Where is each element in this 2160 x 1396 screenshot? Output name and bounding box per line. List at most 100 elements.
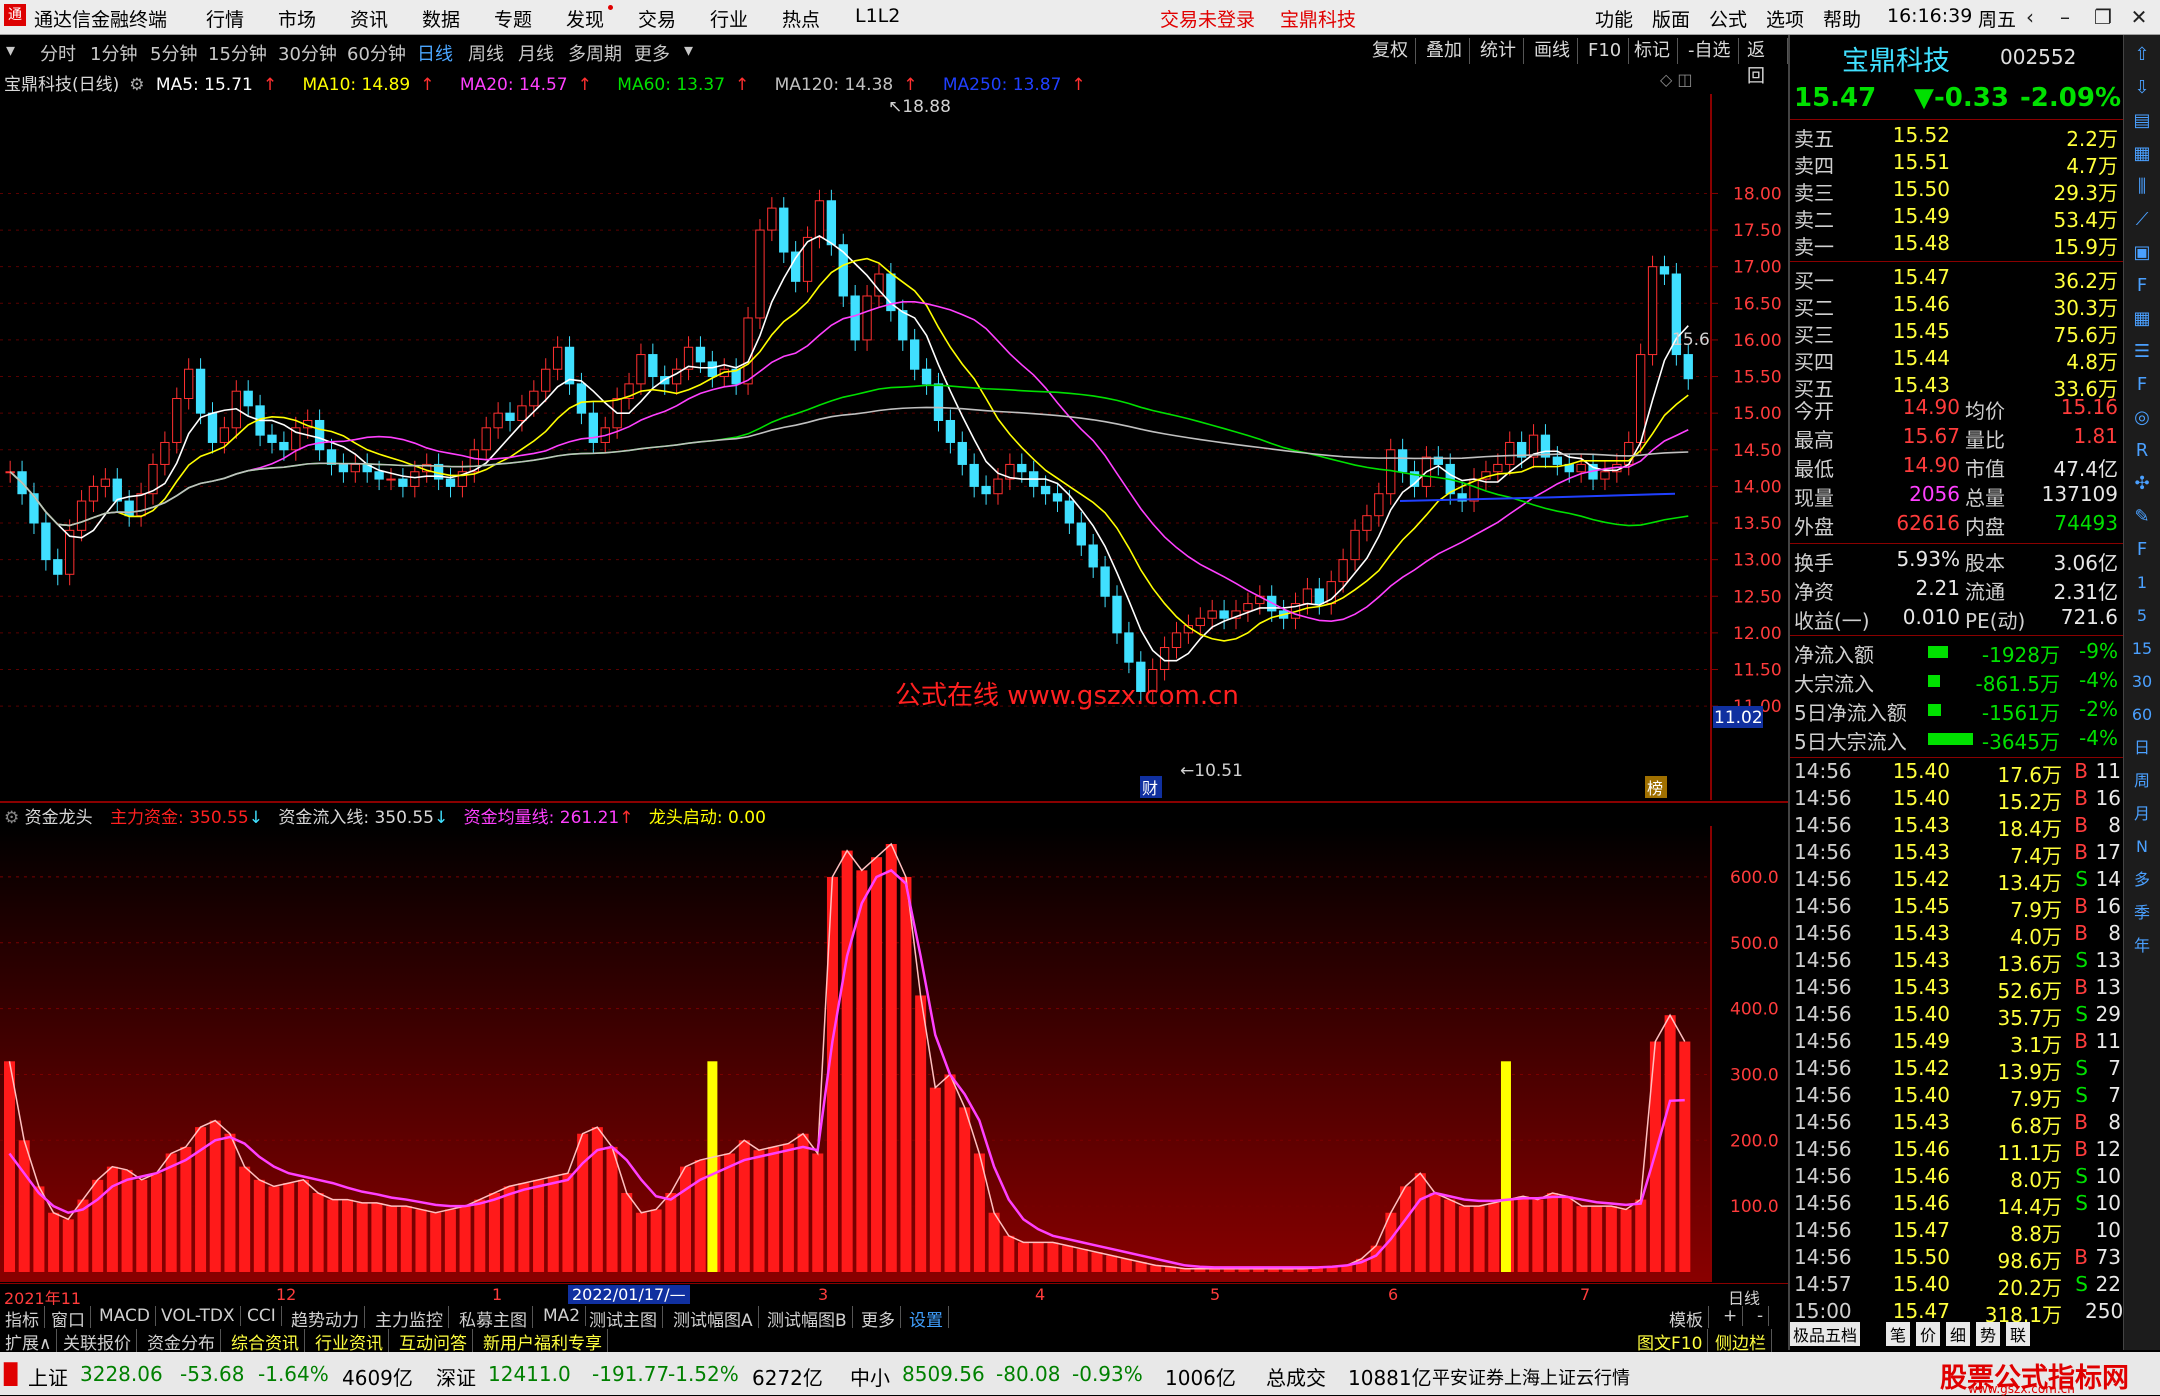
list-icon[interactable]: ☰ [2128,338,2156,366]
close-icon[interactable]: ✕ [2124,3,2154,31]
menu-item-gongshi[interactable]: 公式 [1709,5,1747,32]
tab-lian[interactable]: 联 [2006,1322,2031,1346]
bid-row[interactable]: 买一 15.47 36.2万 [1790,265,2125,293]
tab-jipin[interactable]: 极品五档 [1790,1322,1861,1346]
period-shortcut[interactable]: 多 [2128,866,2156,894]
tab-related-quote[interactable]: 关联报价 [58,1329,137,1354]
sh-name[interactable]: 上证 [28,1362,68,1391]
tool-f10[interactable]: F10 [1581,38,1630,64]
period-shortcut[interactable]: N [2128,833,2156,861]
tab-jia[interactable]: 价 [1916,1322,1941,1346]
menu-item-gongneng[interactable]: 功能 [1595,5,1633,32]
menu-item-shichang[interactable]: 市场 [278,5,316,32]
settings-icon[interactable]: ⚙ [129,75,144,95]
tab-monthly[interactable]: 月线 [518,40,554,66]
menu-item-redian[interactable]: 热点 [782,5,820,32]
period-shortcut[interactable]: 季 [2128,899,2156,927]
remove-button[interactable]: - [1752,1306,1770,1326]
bid-row[interactable]: 买四 15.44 4.8万 [1790,346,2125,374]
trade-login-notice[interactable]: 交易未登录 [1160,5,1255,32]
menu-item-zhuanti[interactable]: 专题 [494,5,532,32]
menu-item-banmian[interactable]: 版面 [1652,5,1690,32]
period-shortcut[interactable]: 月 [2128,800,2156,828]
cross-icon[interactable]: ✣ [2128,470,2156,498]
tab-1min[interactable]: 1分钟 [90,40,137,66]
minimize-icon[interactable]: – [2050,3,2080,31]
tool-zixuan[interactable]: -自选 [1681,38,1739,64]
restore-icon[interactable]: ❐ [2088,3,2118,31]
tab-fenshi[interactable]: 分时 [40,40,76,66]
tab-shi[interactable]: 势 [1976,1322,2001,1346]
tab-cci[interactable]: CCI [242,1306,282,1326]
zx-name[interactable]: 中小 [850,1362,890,1391]
tab-vol-tdx[interactable]: VOL-TDX [156,1306,241,1326]
tab-30min[interactable]: 30分钟 [278,40,337,66]
tab-15min[interactable]: 15分钟 [208,40,267,66]
sz-name[interactable]: 深证 [436,1362,476,1391]
f10-icon[interactable]: F [2128,272,2156,300]
menu-item-jiaoyi[interactable]: 交易 [638,5,676,32]
period-shortcut[interactable]: 15 [2128,635,2156,663]
tab-fund-dist[interactable]: 资金分布 [142,1329,221,1354]
indicator-settings-icon[interactable]: ⚙ [4,808,19,828]
period-shortcut[interactable]: 年 [2128,932,2156,960]
ask-row[interactable]: 卖二 15.49 53.4万 [1790,204,2125,232]
bid-row[interactable]: 买三 15.45 75.6万 [1790,319,2125,347]
tab-xi[interactable]: 细 [1946,1322,1971,1346]
tab-industry-news[interactable]: 行业资讯 [310,1329,389,1354]
down-arrow-icon[interactable]: ⇩ [2128,74,2156,102]
fs2-icon[interactable]: F [2128,536,2156,564]
chart-type-icon[interactable]: ▾ [6,40,15,61]
kline-chart[interactable]: 18.00 17.50 17.00 16.50 16.00 15.50 15.00 14.50… [0,94,1788,800]
period-shortcut[interactable]: 周 [2128,767,2156,795]
period-shortcut[interactable]: 1 [2128,569,2156,597]
ask-row[interactable]: 卖五 15.52 2.2万 [1790,123,2125,151]
tab-daily[interactable]: 日线 [417,40,453,66]
stock-notice[interactable]: 宝鼎科技 [1280,5,1356,32]
indicator-chart[interactable]: 600.0 500.0 400.0 300.0 200.0 100.0 [0,826,1788,1282]
tab-5min[interactable]: 5分钟 [150,40,197,66]
trend-icon[interactable]: ⟋ [2128,206,2156,234]
tab-qa[interactable]: 互动问答 [394,1329,473,1354]
rsi-icon[interactable]: R [2128,437,2156,465]
circle-icon[interactable]: ◎ [2128,404,2156,432]
table-icon[interactable]: ▦ [2128,140,2156,168]
ask-row[interactable]: 卖一 15.48 15.9万 [1790,231,2125,259]
period-shortcut[interactable]: 日 [2128,734,2156,762]
menu-item-hangye[interactable]: 行业 [710,5,748,32]
period-shortcut[interactable]: 60 [2128,701,2156,729]
pencil-icon[interactable]: ✎ [2128,503,2156,531]
tab-sidebar[interactable]: 侧边栏 [1710,1329,1772,1354]
tool-fanhui[interactable]: 返回 [1740,38,1788,87]
tab-multi-period[interactable]: 多周期 [568,40,622,66]
tab-new-user[interactable]: 新用户福利专享 [478,1329,608,1354]
tool-huaxian[interactable]: 画线 [1527,38,1578,64]
collapse-icon[interactable]: ◇ ◫ [1660,70,1693,89]
tab-f10[interactable]: 图文F10 [1632,1329,1709,1354]
tab-expand[interactable]: 扩展∧ [0,1329,58,1354]
tab-ma2[interactable]: MA2 [538,1306,587,1326]
period-shortcut[interactable]: 5 [2128,602,2156,630]
tool-tongji[interactable]: 统计 [1473,38,1524,64]
tab-macd[interactable]: MACD [94,1306,156,1326]
menu-item-bangzhu[interactable]: 帮助 [1823,5,1861,32]
fs-icon[interactable]: F [2128,371,2156,399]
grid-icon[interactable]: ▦ [2128,305,2156,333]
back-icon[interactable]: ‹ [2015,3,2045,31]
menu-item-xuanxiang[interactable]: 选项 [1766,5,1804,32]
tool-fuquan[interactable]: 复权 [1365,38,1416,64]
menu-item-shuju[interactable]: 数据 [422,5,460,32]
tab-weekly[interactable]: 周线 [468,40,504,66]
period-shortcut[interactable]: 30 [2128,668,2156,696]
tab-bi[interactable]: 笔 [1886,1322,1911,1346]
menu-item-faxian[interactable]: 发现 [566,5,614,32]
tab-news[interactable]: 综合资讯 [226,1329,305,1354]
tab-more[interactable]: 更多 [634,40,670,66]
tab-60min[interactable]: 60分钟 [347,40,406,66]
book-icon[interactable]: ▣ [2128,239,2156,267]
ask-row[interactable]: 卖三 15.50 29.3万 [1790,177,2125,205]
menu-item-zixun[interactable]: 资讯 [350,5,388,32]
ask-row[interactable]: 卖四 15.51 4.7万 [1790,150,2125,178]
menu-item-hangqing[interactable]: 行情 [206,5,244,32]
more-dropdown-icon[interactable]: ▾ [684,40,693,61]
